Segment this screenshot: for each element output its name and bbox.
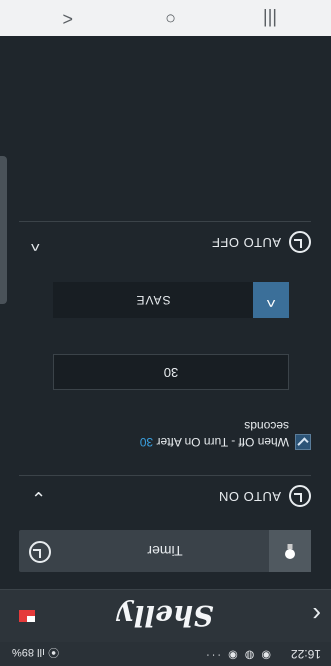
auto-off-title: AUTO OFF — [211, 235, 281, 250]
option-text-prefix: When Off - Turn On After — [153, 435, 290, 449]
turn-on-after-checkbox[interactable] — [295, 434, 311, 450]
save-button[interactable]: SAVE — [53, 282, 253, 318]
auto-on-title: AUTO ON — [218, 489, 282, 504]
status-bar: 16:22 ◉ ◍ ◉ ··· ⦿ ıll 89% — [0, 642, 331, 666]
screen: 16:22 ◉ ◍ ◉ ··· ⦿ ıll 89% ‹ Shelly Timer… — [0, 0, 331, 666]
option-text-suffix: seconds — [244, 419, 289, 433]
signal-icon: ⦿ ıll — [37, 646, 60, 658]
chevron-up-icon[interactable]: ^ — [253, 282, 289, 318]
back-button[interactable]: < — [62, 8, 73, 29]
system-nav-bar: ||| ○ < — [0, 0, 331, 36]
status-right: ⦿ ıll 89% — [12, 645, 59, 661]
option-seconds-value: 30 — [139, 435, 154, 449]
edge-panel-handle[interactable] — [0, 156, 7, 304]
save-row: ^ SAVE — [53, 282, 289, 318]
chevron-up-icon[interactable]: ^ — [31, 233, 39, 254]
timer-label: Timer — [147, 543, 183, 559]
battery-level: 89% — [12, 646, 35, 658]
seconds-input[interactable]: 30 — [53, 354, 289, 390]
clock-icon — [289, 485, 311, 507]
clock-icon — [29, 541, 51, 563]
recent-apps-button[interactable]: ||| — [263, 8, 277, 29]
flag-icon[interactable] — [18, 608, 36, 624]
notification-icons: ◉ ◍ ◉ ··· — [204, 649, 271, 661]
auto-off-header[interactable]: AUTO OFF ^ — [19, 221, 311, 262]
chevron-down-icon[interactable]: ⌄ — [31, 487, 46, 508]
home-button[interactable]: ○ — [165, 8, 176, 29]
shelly-logo: Shelly — [117, 599, 214, 632]
clock-icon — [289, 231, 311, 253]
auto-on-header[interactable]: AUTO ON ⌄ — [19, 475, 311, 516]
app-bar: ‹ Shelly — [0, 589, 331, 642]
turn-on-after-text: When Off - Turn On After 30 seconds — [99, 418, 289, 450]
timer-row[interactable]: Timer — [19, 530, 311, 572]
status-time: 16:22 — [290, 647, 321, 661]
turn-on-after-option: When Off - Turn On After 30 seconds — [19, 416, 311, 456]
